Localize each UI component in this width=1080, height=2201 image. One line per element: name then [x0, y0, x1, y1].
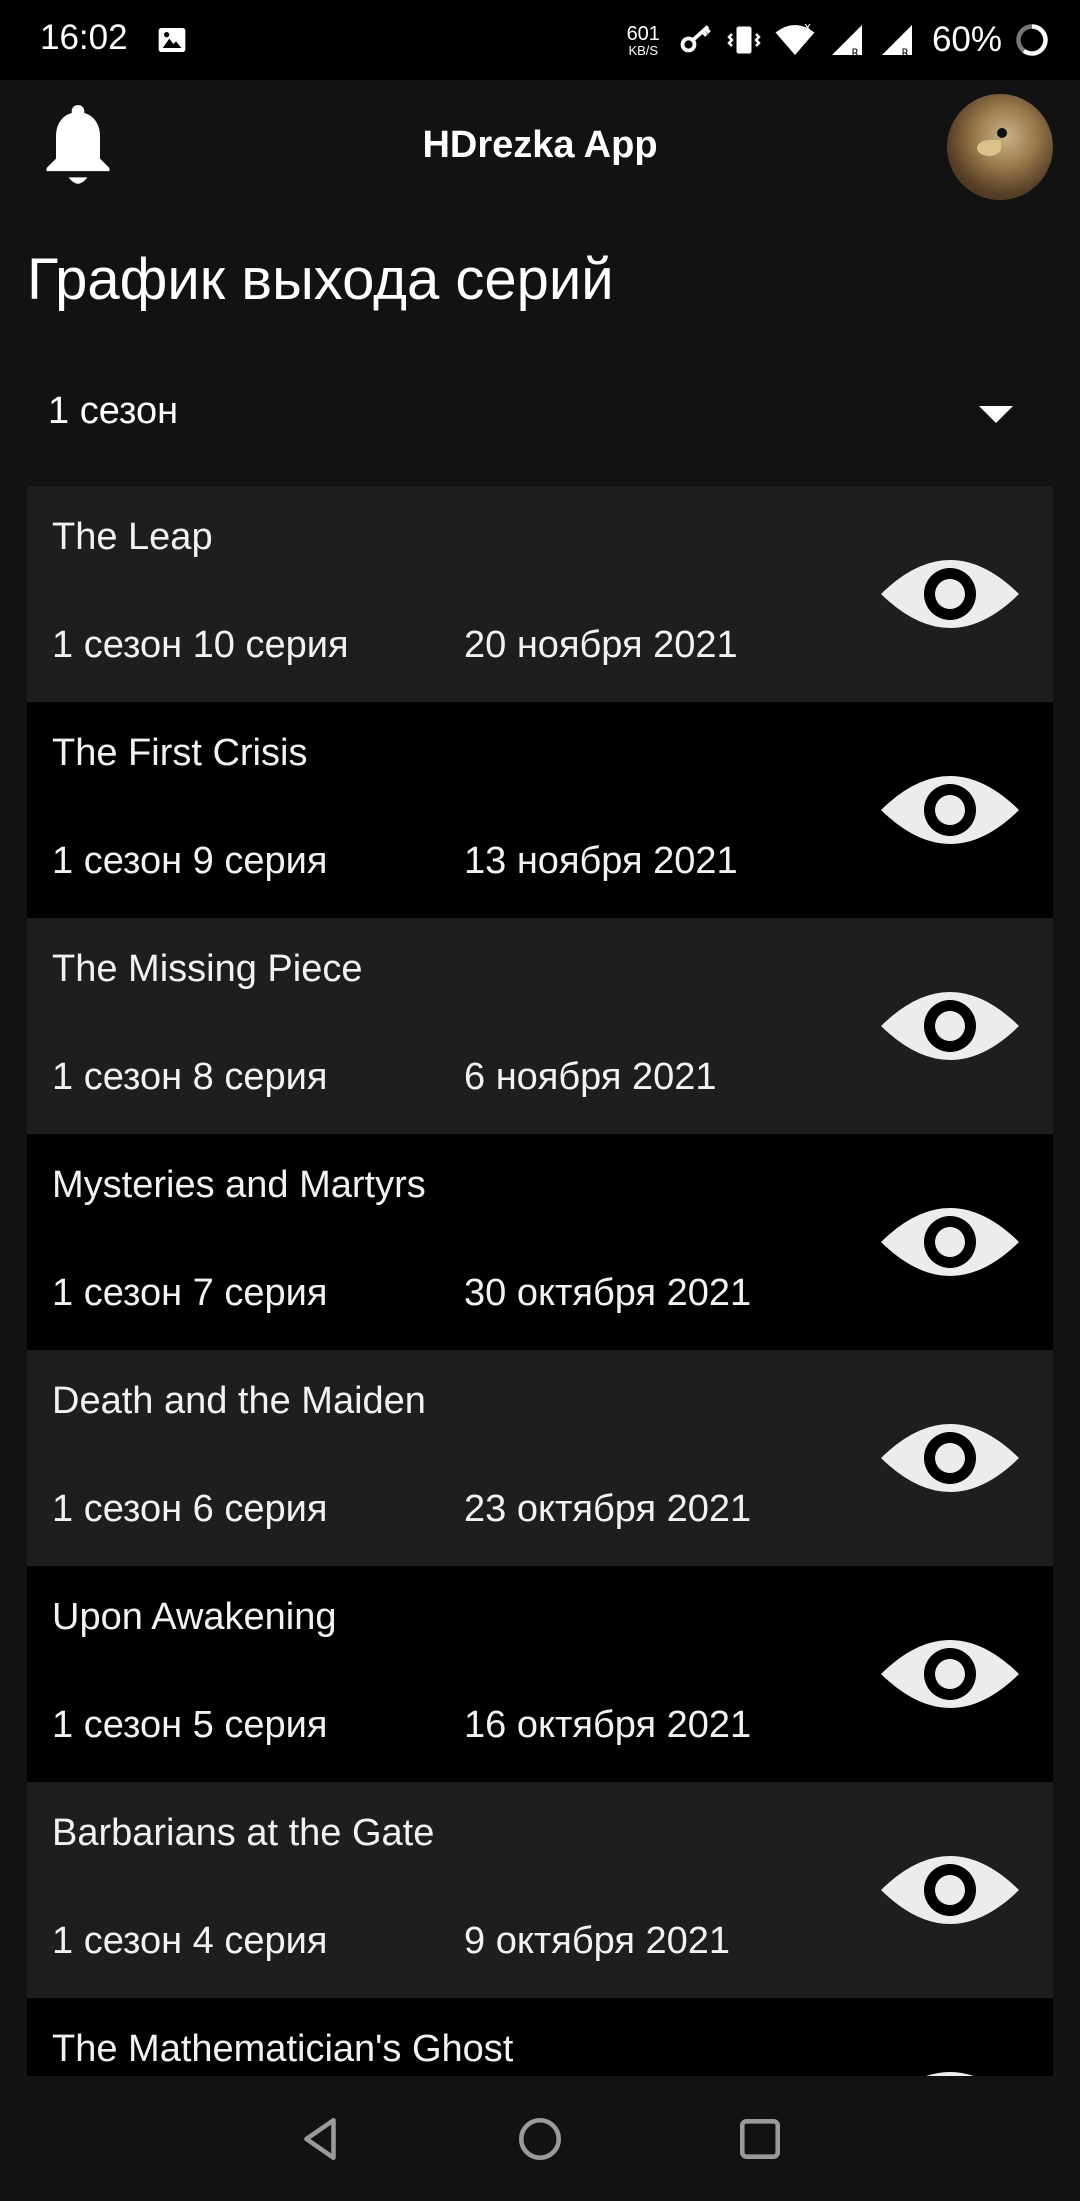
battery-ring-icon — [1016, 24, 1048, 56]
episode-number: 1 сезон 4 серия — [52, 1920, 328, 1962]
key-icon — [680, 25, 711, 53]
episode-row[interactable]: The Leap 1 сезон 10 серия 20 ноября 2021 — [27, 486, 1053, 702]
season-dropdown[interactable]: 1 сезон — [27, 376, 1053, 446]
episode-number: 1 сезон 9 серия — [52, 840, 328, 882]
eye-icon[interactable] — [879, 1840, 1021, 1940]
episode-title: Death and the Maiden — [52, 1380, 426, 1422]
status-icons: 601 KB/S x R R 60% — [627, 14, 1050, 66]
episode-title: The First Crisis — [52, 732, 308, 774]
status-bar: 16:02 601 KB/S x R R 60% — [0, 0, 1080, 80]
episode-number: 1 сезон 8 серия — [52, 1056, 328, 1098]
app-title: HDrezka App — [422, 124, 658, 166]
episode-title: The Missing Piece — [52, 948, 363, 990]
episode-date: 6 ноября 2021 — [464, 1056, 717, 1098]
episode-number: 1 сезон 7 серия — [52, 1272, 328, 1314]
app-bar: HDrezka App — [0, 80, 1080, 216]
episode-date: 30 октября 2021 — [464, 1272, 752, 1314]
episode-row[interactable]: Mysteries and Martyrs 1 сезон 7 серия 30… — [27, 1134, 1053, 1350]
episode-row[interactable]: Upon Awakening 1 сезон 5 серия 16 октябр… — [27, 1566, 1053, 1782]
svg-text:R: R — [851, 48, 858, 59]
network-speed: 601 KB/S — [627, 24, 660, 57]
avatar[interactable] — [947, 94, 1053, 200]
eye-icon[interactable] — [879, 1408, 1021, 1508]
episode-date: 13 ноября 2021 — [464, 840, 738, 882]
dropdown-caret-icon — [979, 406, 1013, 423]
episode-list[interactable]: The Leap 1 сезон 10 серия 20 ноября 2021… — [27, 486, 1053, 2076]
episode-title: Mysteries and Martyrs — [52, 1164, 426, 1206]
episode-title: Barbarians at the Gate — [52, 1812, 435, 1854]
eye-icon[interactable] — [879, 2056, 1021, 2076]
status-time: 16:02 — [40, 18, 128, 57]
episode-row[interactable]: Death and the Maiden 1 сезон 6 серия 23 … — [27, 1350, 1053, 1566]
signal-icon: R — [881, 25, 912, 59]
episode-number: 1 сезон 6 серия — [52, 1488, 328, 1530]
net-speed-value: 601 — [626, 22, 660, 45]
episode-row[interactable]: The Missing Piece 1 сезон 8 серия 6 нояб… — [27, 918, 1053, 1134]
episode-row[interactable]: Barbarians at the Gate 1 сезон 4 серия 9… — [27, 1782, 1053, 1998]
episode-number: 1 сезон 10 серия — [52, 624, 349, 666]
season-dropdown-value: 1 сезон — [48, 390, 179, 432]
net-speed-unit: KB/S — [628, 42, 659, 58]
episode-date: 20 ноября 2021 — [464, 624, 738, 666]
episode-row[interactable]: The First Crisis 1 сезон 9 серия 13 нояб… — [27, 702, 1053, 918]
episode-date: 23 октября 2021 — [464, 1488, 752, 1530]
eye-icon[interactable] — [879, 976, 1021, 1076]
eye-icon[interactable] — [879, 760, 1021, 860]
vibrate-icon — [727, 26, 761, 54]
episode-date: 9 октября 2021 — [464, 1920, 730, 1962]
image-icon — [158, 28, 186, 52]
recents-icon[interactable] — [735, 2114, 785, 2164]
eye-icon[interactable] — [879, 544, 1021, 644]
episode-title: The Leap — [52, 516, 213, 558]
episode-number: 1 сезон 5 серия — [52, 1704, 328, 1746]
svg-text:x: x — [804, 22, 811, 34]
home-icon[interactable] — [515, 2114, 565, 2164]
svg-text:R: R — [901, 48, 908, 59]
page-title: График выхода серий — [27, 247, 614, 312]
back-icon[interactable] — [296, 2114, 346, 2164]
eye-icon[interactable] — [879, 1192, 1021, 1292]
battery-percent: 60% — [931, 20, 1002, 59]
signal-icon: R — [831, 25, 862, 59]
episode-title: Upon Awakening — [52, 1596, 337, 1638]
episode-title: The Mathematician's Ghost — [52, 2028, 514, 2070]
system-nav-bar — [0, 2076, 1080, 2201]
episode-row[interactable]: The Mathematician's Ghost — [27, 1998, 1053, 2076]
wifi-icon: x — [775, 22, 815, 55]
episode-date: 16 октября 2021 — [464, 1704, 752, 1746]
eye-icon[interactable] — [879, 1624, 1021, 1724]
